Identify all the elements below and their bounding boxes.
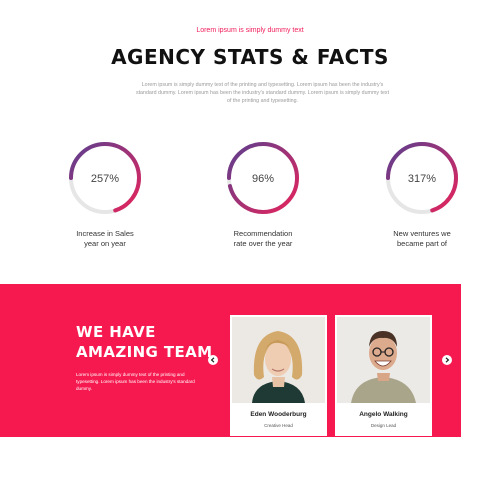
stat-value: 317%	[408, 173, 436, 185]
team-heading-line1: WE HAVE	[76, 323, 156, 341]
stat-value: 96%	[252, 173, 274, 185]
member-photo	[337, 317, 430, 403]
carousel-prev-button[interactable]	[208, 355, 218, 365]
stat-value: 257%	[91, 173, 119, 185]
member-role: Creative Head	[264, 423, 293, 428]
team-member-card[interactable]: Angelo Walking Design Lead	[335, 315, 432, 436]
team-member-card[interactable]: Eden Wooderburg Creative Head	[230, 315, 327, 436]
progress-ring: 257%	[69, 142, 141, 214]
stat-label-line2: year on year	[84, 239, 126, 248]
member-role: Design Lead	[370, 423, 397, 428]
page-title: AGENCY STATS & FACTS	[111, 45, 389, 69]
team-description: Lorem ipsum is simply dummy text of the …	[76, 372, 195, 391]
chevron-right-icon	[445, 357, 450, 363]
stat-label: Increase in Sales year on year	[45, 229, 165, 249]
stat-label: New ventures we became part of	[362, 229, 482, 249]
stat-recommendation: 96% Recommendation rate over the year	[203, 140, 323, 249]
member-photo	[232, 317, 325, 403]
stat-label-line1: Increase in Sales	[76, 229, 134, 238]
progress-ring: 96%	[227, 142, 299, 214]
team-heading-line2: AMAZING TEAM	[76, 343, 213, 361]
section-eyebrow: Lorem ipsum is simply dummy text	[196, 27, 304, 34]
stat-ventures: 317% New ventures we became part of	[362, 140, 482, 249]
carousel-next-button[interactable]	[442, 355, 452, 365]
intro-text: Lorem ipsum is simply dummy text of the …	[135, 82, 390, 104]
stat-label: Recommendation rate over the year	[203, 229, 323, 249]
member-name: Angelo Walking	[359, 411, 408, 418]
member-name: Eden Wooderburg	[250, 411, 307, 418]
stat-label-line1: Recommendation	[233, 229, 293, 238]
stat-sales: 257% Increase in Sales year on year	[45, 140, 165, 249]
stat-label-line2: rate over the year	[233, 239, 293, 248]
chevron-left-icon	[210, 357, 215, 363]
team-heading: WE HAVE AMAZING TEAM	[76, 322, 213, 362]
progress-ring: 317%	[386, 142, 458, 214]
stat-label-line2: became part of	[396, 239, 448, 248]
stat-label-line1: New ventures we	[393, 229, 451, 238]
